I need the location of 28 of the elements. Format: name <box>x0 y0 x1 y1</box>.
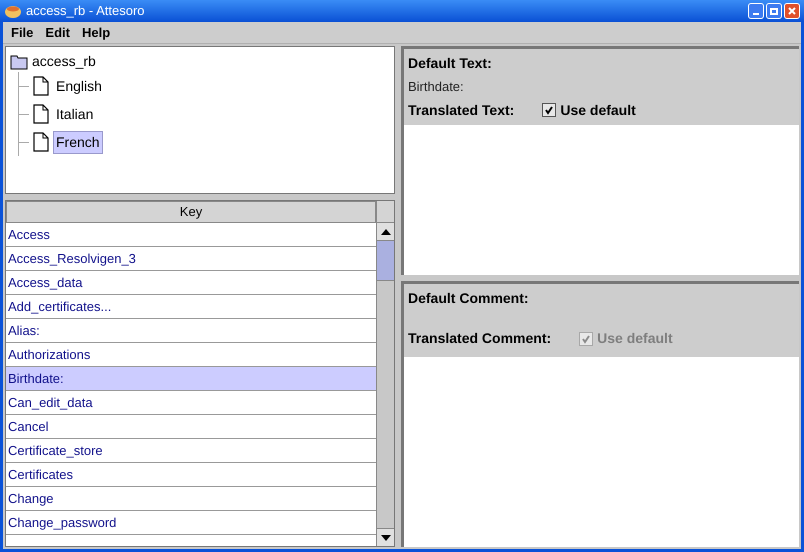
tree-item[interactable]: English <box>53 74 105 98</box>
table-row[interactable]: Birthdate: <box>6 367 376 391</box>
menu-item[interactable]: Help <box>82 22 110 42</box>
tree-item[interactable]: access_rb <box>32 51 96 72</box>
minimize-button[interactable] <box>748 3 764 19</box>
check-icon <box>544 105 554 115</box>
document-icon <box>33 132 49 152</box>
check-icon <box>581 334 592 344</box>
column-header[interactable]: Key <box>6 201 376 223</box>
menu-item[interactable]: Edit <box>45 22 70 42</box>
scroll-bar[interactable] <box>376 201 394 546</box>
document-icon <box>33 76 49 96</box>
translated-comment-label: Translated Comment: <box>408 329 552 348</box>
default-comment-label: Default Comment: <box>408 289 530 308</box>
use-default-checkbox[interactable]: Use default <box>542 100 636 120</box>
close-button[interactable] <box>784 3 800 19</box>
maximize-button[interactable] <box>766 3 782 19</box>
translated-text-label: Translated Text: <box>408 100 514 120</box>
app-icon <box>4 3 22 19</box>
close-icon <box>788 7 796 15</box>
document-icon <box>33 104 49 124</box>
default-text-value: Birthdate: <box>408 78 465 96</box>
menu-item[interactable]: File <box>11 22 34 42</box>
tree-item[interactable]: French <box>53 130 103 154</box>
default-text-label: Default Text: <box>408 54 493 73</box>
folder-icon <box>10 54 28 70</box>
tree-item[interactable]: Italian <box>53 102 96 126</box>
window-title: access_rb - Attesoro <box>26 2 144 20</box>
